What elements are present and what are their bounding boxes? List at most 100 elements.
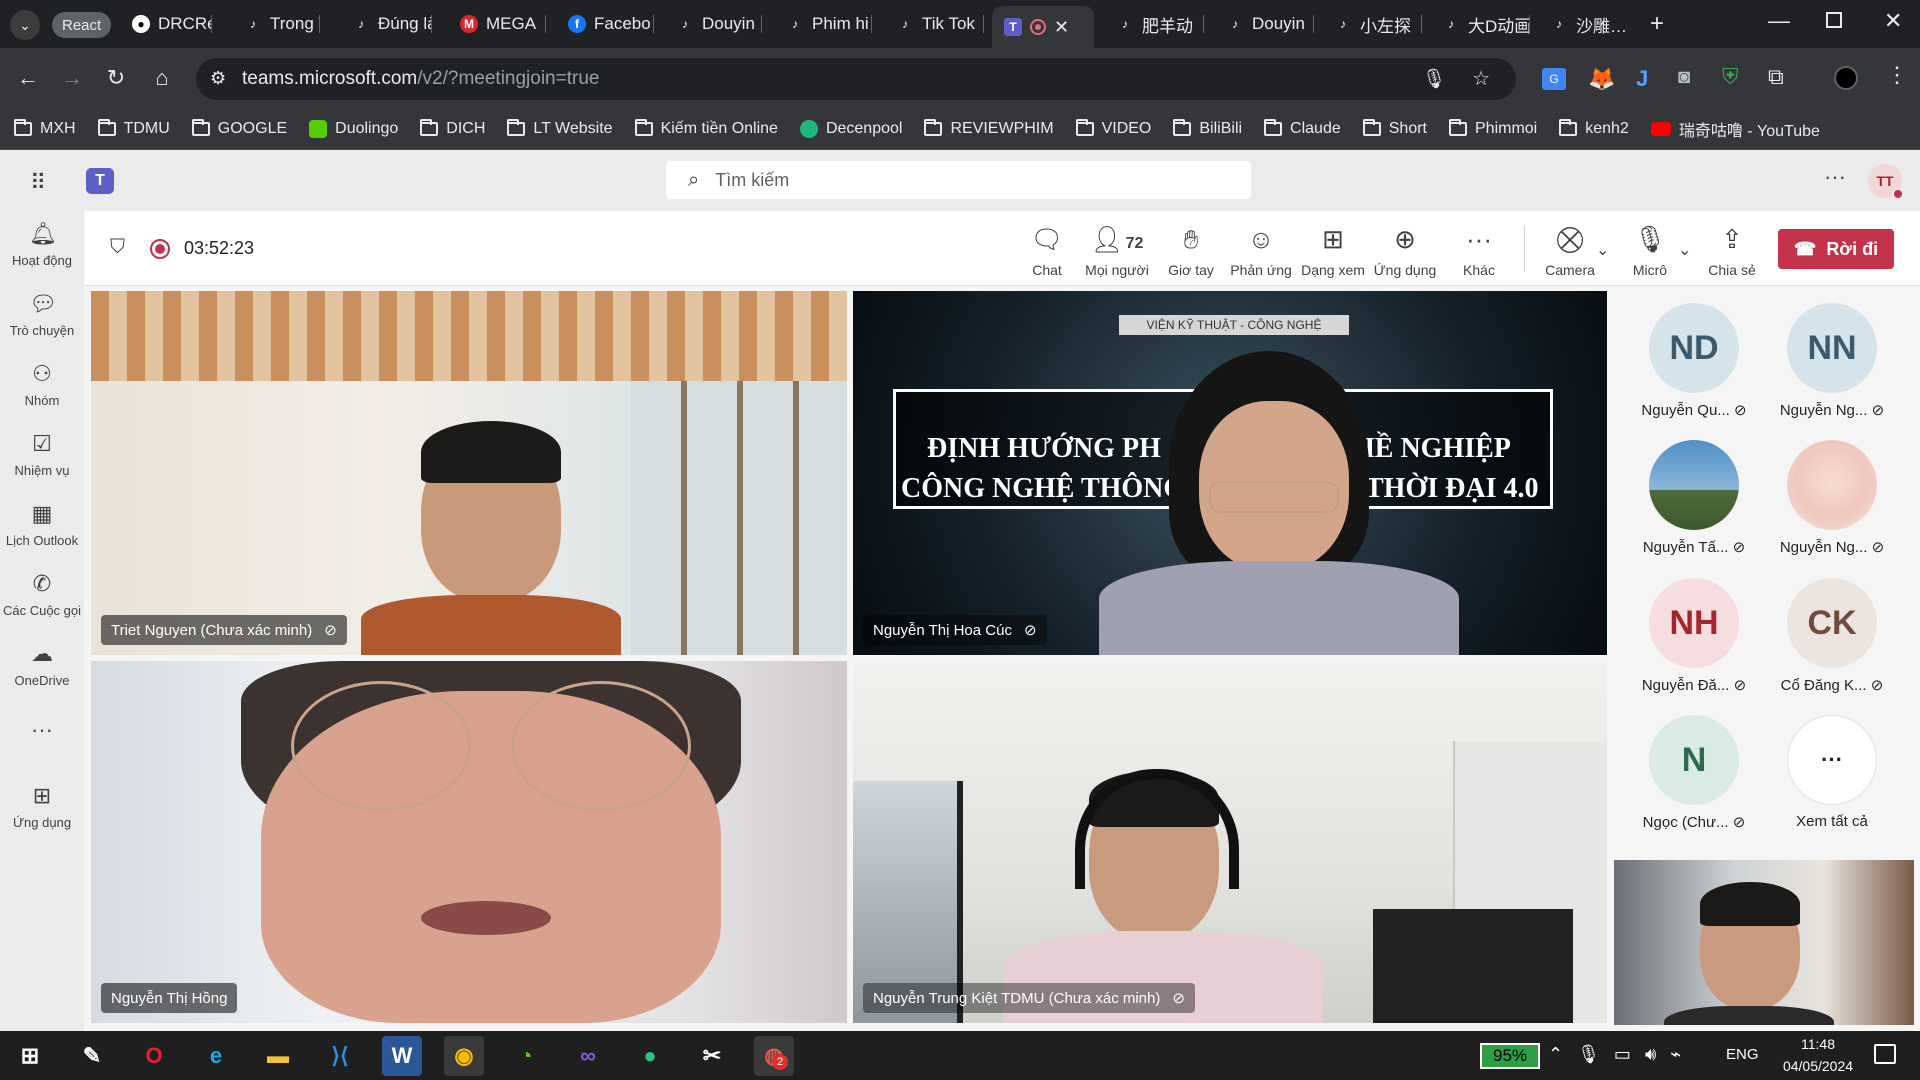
extensions-puzzle-icon[interactable]: ⧉ — [1768, 64, 1784, 90]
app-launcher-icon[interactable]: ⠿ — [30, 170, 46, 196]
browser-tab[interactable]: ♪ 沙雕… — [1538, 6, 1638, 42]
react-button[interactable]: ☺ Phản ứng — [1226, 222, 1296, 278]
reload-icon[interactable]: ↻ — [102, 64, 130, 92]
notepad-icon[interactable]: ✎ — [72, 1036, 112, 1076]
rail-item-calendar[interactable]: ▦ Lịch Outlook — [0, 501, 84, 548]
bookmark-link[interactable]: Decenpool — [799, 119, 902, 138]
forward-arrow-icon[interactable]: → — [58, 64, 86, 92]
bookmark-folder[interactable]: Short — [1362, 118, 1427, 138]
green-app-icon[interactable]: ◔ — [506, 1036, 546, 1076]
video-tile[interactable]: Nguyễn Trung Kiệt TDMU (Chưa xác minh) ⊘ — [853, 661, 1607, 1023]
rail-item-onedrive[interactable]: ☁ OneDrive — [0, 641, 84, 688]
language-indicator[interactable]: ENG — [1726, 1046, 1759, 1063]
apps-button[interactable]: ⊕ Ứng dụng — [1370, 222, 1440, 278]
address-bar[interactable]: ⚙ teams.microsoft.com /v2/?meetingjoin=t… — [196, 58, 1516, 100]
bookmark-link[interactable]: Duolingo — [309, 119, 398, 138]
bookmark-folder[interactable]: BiliBili — [1173, 118, 1242, 138]
rail-item-tasks[interactable]: ☑ Nhiệm vụ — [0, 431, 84, 478]
rail-item-activity[interactable]: 🔔︎ Hoạt động — [0, 221, 84, 268]
mic-button[interactable]: 🎙︎ Micrô — [1615, 222, 1685, 278]
rail-item-more[interactable]: ··· — [0, 717, 84, 749]
clock-date[interactable]: 04/05/2024 — [1770, 1058, 1866, 1074]
capcut-icon[interactable]: ✂ — [692, 1036, 732, 1076]
back-arrow-icon[interactable]: ← — [14, 64, 42, 92]
more-options-icon[interactable]: ··· — [1824, 164, 1846, 190]
video-tile-active-speaker[interactable]: Nguyễn Thị Hồng — [91, 661, 847, 1023]
roster-participant[interactable]: CK Cổ Đăng K... ⊘ — [1772, 578, 1892, 694]
share-button[interactable]: ⇪ Chia sẻ — [1697, 222, 1767, 278]
bookmark-folder[interactable]: Claude — [1264, 118, 1341, 138]
clock-time[interactable]: 11:48 — [1788, 1036, 1848, 1052]
roster-participant[interactable]: Nguyễn Ng... ⊘ — [1772, 440, 1892, 556]
restore-icon[interactable] — [1826, 12, 1842, 28]
bookmark-folder[interactable]: REVIEWPHIM — [924, 118, 1054, 138]
browser-tab[interactable]: ● DRCRec — [120, 6, 212, 42]
google-translate-extension-icon[interactable]: G — [1542, 68, 1566, 90]
mic-options-chevron-icon[interactable]: ⌄ — [1678, 240, 1691, 260]
battery-percentage[interactable]: 95% — [1480, 1043, 1540, 1069]
camera-button[interactable]: ⛒ Camera — [1535, 222, 1605, 278]
camera-extension-icon[interactable]: ◙ — [1678, 66, 1690, 89]
search-input[interactable]: ⌕ Tìm kiếm — [666, 161, 1251, 199]
notification-center-icon[interactable] — [1874, 1044, 1896, 1064]
browser-tab[interactable]: f Facebo — [556, 6, 654, 42]
j-extension-icon[interactable]: J — [1636, 66, 1648, 92]
shield-icon[interactable]: ⛉ — [110, 236, 125, 259]
view-button[interactable]: ⊞ Dạng xem — [1298, 222, 1368, 278]
raise-hand-button[interactable]: ✋︎ Giơ tay — [1156, 222, 1226, 278]
opera-icon[interactable]: O — [134, 1036, 174, 1076]
chrome-icon[interactable]: ◉ — [444, 1036, 484, 1076]
metamask-extension-icon[interactable]: 🦊 — [1588, 66, 1615, 92]
bookmark-link[interactable]: 瑞奇咕噜 - YouTube — [1650, 117, 1820, 141]
tab-search-button[interactable]: ⌄ — [10, 10, 40, 40]
rail-item-teams[interactable]: ⚇ Nhóm — [0, 361, 84, 408]
browser-tab[interactable]: ♪ Trong T — [232, 6, 320, 42]
visual-studio-icon[interactable]: ∞ — [568, 1036, 608, 1076]
close-window-icon[interactable]: ✕ — [1884, 8, 1902, 34]
bookmark-folder[interactable]: kenh2 — [1559, 118, 1629, 138]
roster-participant[interactable]: NH Nguyễn Đă... ⊘ — [1634, 578, 1754, 694]
bookmark-folder[interactable]: VIDEO — [1075, 118, 1151, 138]
browser-tab[interactable]: ♪ Douyin — [664, 6, 762, 42]
profile-icon[interactable] — [1834, 66, 1858, 90]
people-button[interactable]: 👤︎ 72 Mọi người — [1082, 222, 1152, 278]
browser-menu-icon[interactable]: ⋮ — [1886, 62, 1908, 88]
github-desktop-icon[interactable]: ● — [630, 1036, 670, 1076]
bookmark-folder[interactable]: LT Website — [507, 118, 613, 138]
edge-icon[interactable]: e — [196, 1036, 236, 1076]
bookmark-folder[interactable]: GOOGLE — [191, 118, 287, 138]
bookmark-star-icon[interactable]: ☆ — [1472, 66, 1490, 91]
bookmark-folder[interactable]: Phimmoi — [1449, 118, 1537, 138]
chat-button[interactable]: 🗨︎ Chat — [1012, 222, 1082, 278]
camera-options-chevron-icon[interactable]: ⌄ — [1596, 240, 1609, 260]
roster-participant[interactable]: Nguyễn Tấ... ⊘ — [1634, 440, 1754, 556]
browser-tab[interactable]: ♪ Tik Tok — [884, 6, 984, 42]
windows-start-icon[interactable]: ⊞ — [10, 1036, 50, 1076]
view-all-participants-button[interactable]: ··· Xem tất cả — [1772, 715, 1892, 830]
browser-tab-active[interactable]: T ✕ — [992, 6, 1094, 48]
word-icon[interactable]: W — [382, 1036, 422, 1076]
bookmark-folder[interactable]: DICH — [420, 118, 485, 138]
self-view-video[interactable] — [1614, 860, 1914, 1025]
roster-participant[interactable]: N Ngọc (Chư... ⊘ — [1634, 715, 1754, 831]
roster-participant[interactable]: ND Nguyễn Qu... ⊘ — [1634, 303, 1754, 419]
bookmark-folder[interactable]: TDMU — [97, 118, 170, 138]
rail-item-calls[interactable]: ✆ Các Cuộc gọi — [0, 571, 84, 618]
shield-extension-icon[interactable]: ⛨ — [1722, 64, 1739, 90]
tab-group-react[interactable]: React — [52, 12, 112, 38]
roster-participant[interactable]: NN Nguyễn Ng... ⊘ — [1772, 303, 1892, 419]
leave-button[interactable]: ☎ Rời đi — [1778, 229, 1894, 269]
browser-tab[interactable]: ♪ Đúng là — [340, 6, 432, 42]
minimize-icon[interactable]: — — [1768, 8, 1790, 34]
more-actions-button[interactable]: ··· Khác — [1444, 222, 1514, 278]
browser-tab[interactable]: ♪ 肥羊动 — [1104, 6, 1204, 42]
system-tray-icons[interactable]: ⌃🎙︎▭🔊︎⌁ — [1548, 1044, 1695, 1065]
new-tab-plus-icon[interactable]: + — [1650, 10, 1664, 38]
home-icon[interactable]: ⌂ — [148, 64, 176, 92]
browser-tab[interactable]: ♪ 小左探 — [1322, 6, 1422, 42]
video-tile[interactable]: VIỆN KỸ THUẬT - CÔNG NGHỆ ĐỊNH HƯỚNG PH … — [853, 291, 1607, 655]
rail-item-apps[interactable]: ⊞ Ứng dụng — [0, 783, 84, 830]
site-info-icon[interactable]: ⚙ — [210, 68, 226, 89]
browser-tab[interactable]: ♪ Douyin — [1214, 6, 1314, 42]
close-tab-icon[interactable]: ✕ — [1054, 17, 1069, 38]
